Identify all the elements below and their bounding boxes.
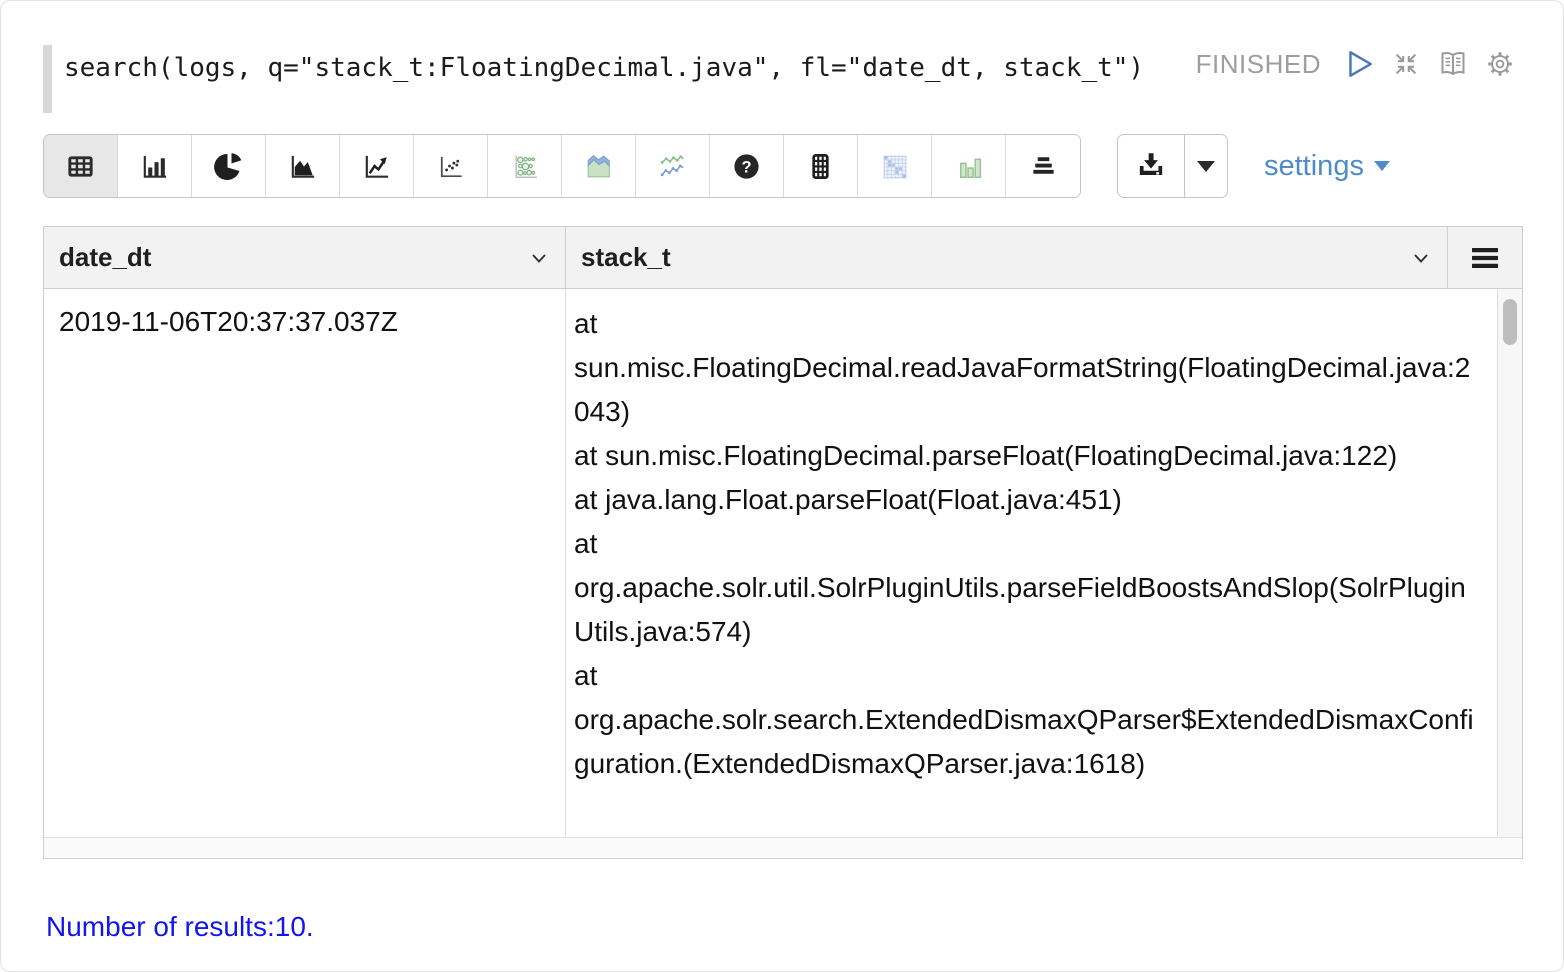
chevron-down-icon — [1374, 161, 1390, 171]
chart-tab-scatter[interactable] — [414, 135, 488, 197]
book-icon — [1437, 48, 1469, 80]
book-button[interactable] — [1436, 47, 1470, 81]
chevron-down-icon — [1409, 246, 1433, 270]
help-icon: ? — [731, 151, 762, 182]
query-code[interactable]: search(logs, q="stack_t:FloatingDecimal.… — [64, 45, 1144, 113]
bubble-chart-icon — [508, 150, 541, 183]
chart-tab-help[interactable]: ? — [710, 135, 784, 197]
cell-stack-t: at sun.misc.FloatingDecimal.readJavaForm… — [566, 289, 1497, 837]
horizontal-scrollbar[interactable] — [44, 837, 1522, 858]
chart-tab-bar[interactable] — [118, 135, 192, 197]
code-editor[interactable]: search(logs, q="stack_t:FloatingDecimal.… — [43, 45, 1203, 113]
chart-tab-multi-line[interactable] — [636, 135, 710, 197]
chart-tab-pivot[interactable] — [784, 135, 858, 197]
heatmap-icon — [878, 150, 911, 183]
gear-icon — [1485, 49, 1515, 79]
chart-tab-stacked-area[interactable] — [562, 135, 636, 197]
table-menu-button[interactable] — [1448, 227, 1522, 288]
paragraph-controls: FINISHED — [1196, 47, 1517, 81]
column-label: stack_t — [581, 242, 671, 273]
hamburger-menu-icon — [1471, 246, 1499, 270]
vertical-scrollbar[interactable] — [1497, 289, 1522, 837]
chart-tab-column[interactable] — [932, 135, 1006, 197]
pivot-table-icon — [805, 151, 836, 182]
collapse-button[interactable] — [1389, 47, 1423, 81]
download-options-button[interactable] — [1185, 135, 1227, 197]
chart-tab-bubble[interactable] — [488, 135, 562, 197]
download-icon — [1134, 149, 1168, 183]
chevron-down-icon — [1197, 161, 1215, 172]
run-icon — [1343, 48, 1375, 80]
results-table: date_dt stack_t 2019-11-06T20:37:37.037Z… — [43, 226, 1523, 859]
table-body: 2019-11-06T20:37:37.037Z at sun.misc.Flo… — [44, 289, 1522, 837]
chart-type-group: ? — [43, 134, 1081, 198]
table-header-row: date_dt stack_t — [44, 227, 1522, 289]
chart-tab-pie[interactable] — [192, 135, 266, 197]
table-icon — [65, 151, 96, 182]
chart-tab-text[interactable] — [1006, 135, 1080, 197]
run-button[interactable] — [1342, 47, 1376, 81]
text-rows-icon — [1028, 151, 1059, 182]
bar-chart-icon — [139, 151, 170, 182]
settings-label: settings — [1264, 150, 1364, 183]
visualization-toolbar: ? — [43, 134, 1519, 198]
settings-gear-button[interactable] — [1483, 47, 1517, 81]
settings-toggle[interactable]: settings — [1264, 150, 1390, 183]
pie-chart-icon — [213, 150, 245, 182]
status-badge: FINISHED — [1196, 49, 1321, 80]
chart-tab-area[interactable] — [266, 135, 340, 197]
multi-line-chart-icon — [656, 150, 689, 183]
download-button[interactable] — [1118, 135, 1184, 197]
chart-tab-table[interactable] — [44, 135, 118, 197]
area-chart-icon — [287, 151, 318, 182]
column-header-stack-t[interactable]: stack_t — [566, 227, 1448, 288]
chevron-down-icon — [527, 246, 551, 270]
column-header-date-dt[interactable]: date_dt — [44, 227, 566, 288]
chart-tab-heatmap[interactable] — [858, 135, 932, 197]
cell-date-dt: 2019-11-06T20:37:37.037Z — [44, 289, 566, 837]
collapse-icon — [1391, 49, 1421, 79]
line-chart-icon — [361, 151, 392, 182]
stacked-area-chart-icon — [582, 150, 615, 183]
editor-gutter — [43, 45, 52, 113]
svg-text:?: ? — [741, 158, 751, 176]
paragraph-card: search(logs, q="stack_t:FloatingDecimal.… — [0, 0, 1564, 972]
chart-tab-line[interactable] — [340, 135, 414, 197]
download-split-button — [1117, 134, 1228, 198]
scatter-chart-icon — [435, 151, 466, 182]
column-chart-icon — [952, 150, 985, 183]
results-count-text: Number of results:10. — [46, 909, 314, 945]
scrollbar-thumb[interactable] — [1503, 299, 1517, 345]
column-label: date_dt — [59, 242, 151, 273]
